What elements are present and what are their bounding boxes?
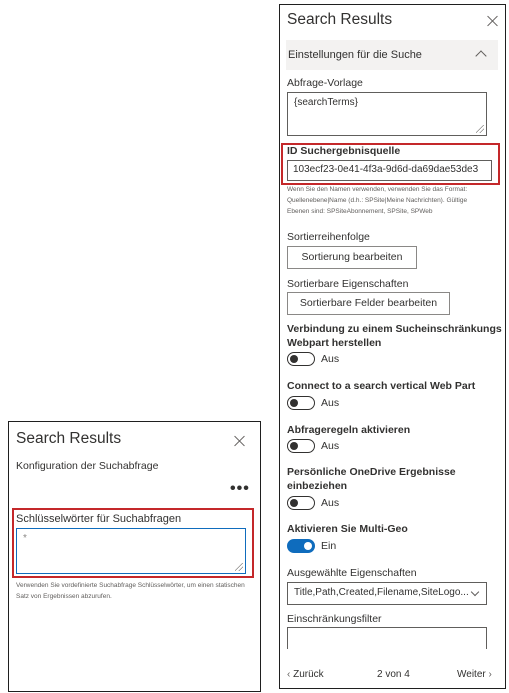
chevron-left-icon: ‹ bbox=[287, 669, 291, 680]
query-rules-state: Aus bbox=[321, 440, 340, 452]
query-template-input[interactable]: {searchTerms} bbox=[287, 92, 487, 136]
multi-geo-toggle[interactable] bbox=[287, 539, 315, 553]
sortable-props-label: Sortierbare Eigenschaften bbox=[287, 278, 409, 290]
search-results-panel-right: Search Results Einstellungen für die Suc… bbox=[279, 4, 506, 689]
next-page-link[interactable]: Weiter › bbox=[457, 669, 492, 680]
keywords-input[interactable]: * bbox=[16, 528, 246, 574]
search-vertical-toggle[interactable] bbox=[287, 396, 315, 410]
chevron-right-icon: › bbox=[488, 669, 492, 680]
keywords-label: Schlüsselwörter für Suchabfragen bbox=[16, 513, 182, 525]
refiner-connect-label-line2: Webpart herstellen bbox=[287, 337, 382, 349]
refinement-filter-input[interactable] bbox=[287, 627, 487, 649]
toggle-knob bbox=[290, 442, 298, 450]
search-vertical-label: Connect to a search vertical Web Part bbox=[287, 380, 476, 392]
refiner-connect-toggle[interactable] bbox=[287, 352, 315, 366]
search-settings-accordion[interactable]: Einstellungen für die Suche bbox=[286, 40, 498, 70]
edit-sortable-fields-button[interactable]: Sortierbare Felder bearbeiten bbox=[287, 292, 450, 315]
onedrive-label-line2: einbeziehen bbox=[287, 480, 348, 492]
refinement-filter-label: Einschränkungsfilter bbox=[287, 613, 382, 625]
panel-subtitle: Konfiguration der Suchabfrage bbox=[16, 460, 159, 472]
refiner-connect-state: Aus bbox=[321, 353, 340, 365]
toggle-knob bbox=[290, 399, 298, 407]
chevron-up-icon bbox=[475, 50, 487, 62]
query-template-label: Abfrage-Vorlage bbox=[287, 77, 363, 89]
multi-geo-state: Ein bbox=[321, 540, 337, 552]
resize-grip-icon[interactable] bbox=[235, 563, 243, 571]
section-header-label: Einstellungen für die Suche bbox=[288, 49, 422, 61]
prev-page-link[interactable]: ‹ Zurück bbox=[287, 669, 324, 680]
selected-props-value: Title,Path,Created,Filename,SiteLogo... bbox=[294, 587, 469, 598]
help-line: Wenn Sie den Namen verwenden, verwenden … bbox=[287, 186, 468, 193]
help-line: Quellenebene|Name (d.h.: SPSite|Meine Na… bbox=[287, 197, 468, 204]
result-source-label: ID Suchergebnisquelle bbox=[287, 145, 401, 157]
panel-title: Search Results bbox=[287, 11, 393, 28]
keywords-value: * bbox=[23, 533, 27, 544]
close-icon[interactable] bbox=[234, 435, 246, 447]
result-source-value: 103ecf23-0e41-4f3a-9d6d-da69dae53de3 bbox=[293, 164, 479, 175]
help-line: Ebenen sind: SPSiteAbonnement, SPSite, S… bbox=[287, 208, 433, 215]
resize-grip-icon[interactable] bbox=[476, 125, 484, 133]
chevron-down-icon bbox=[470, 587, 480, 597]
query-rules-toggle[interactable] bbox=[287, 439, 315, 453]
selected-props-label: Ausgewählte Eigenschaften bbox=[287, 567, 417, 579]
more-options-icon[interactable]: ••• bbox=[230, 480, 250, 498]
close-icon[interactable] bbox=[487, 15, 499, 27]
refiner-connect-label: Verbindung zu einem Sucheinschränkungs bbox=[287, 323, 502, 335]
query-rules-label: Abfrageregeln aktivieren bbox=[287, 424, 411, 436]
toggle-knob bbox=[304, 542, 312, 550]
panel-title: Search Results bbox=[16, 430, 122, 447]
edit-sort-button[interactable]: Sortierung bearbeiten bbox=[287, 246, 417, 269]
sort-order-label: Sortierreihenfolge bbox=[287, 231, 370, 243]
onedrive-state: Aus bbox=[321, 497, 340, 509]
prev-page-label: Zurück bbox=[293, 669, 324, 680]
search-vertical-state: Aus bbox=[321, 397, 340, 409]
onedrive-label: Persönliche OneDrive Ergebnisse bbox=[287, 466, 456, 478]
keywords-help-text: Verwenden Sie vordefinierte Suchabfrage … bbox=[16, 582, 245, 600]
toggle-knob bbox=[290, 355, 298, 363]
page-indicator: 2 von 4 bbox=[377, 669, 410, 680]
multi-geo-label: Aktivieren Sie Multi-Geo bbox=[287, 523, 408, 535]
search-results-panel-left: Search Results Konfiguration der Suchabf… bbox=[8, 421, 261, 692]
result-source-input[interactable]: 103ecf23-0e41-4f3a-9d6d-da69dae53de3 bbox=[287, 160, 492, 181]
result-source-help-text: Wenn Sie den Namen verwenden, verwenden … bbox=[287, 184, 502, 217]
next-page-label: Weiter bbox=[457, 669, 486, 680]
toggle-knob bbox=[290, 499, 298, 507]
selected-props-dropdown[interactable]: Title,Path,Created,Filename,SiteLogo... bbox=[287, 582, 487, 605]
onedrive-toggle[interactable] bbox=[287, 496, 315, 510]
query-template-value: {searchTerms} bbox=[294, 97, 358, 108]
